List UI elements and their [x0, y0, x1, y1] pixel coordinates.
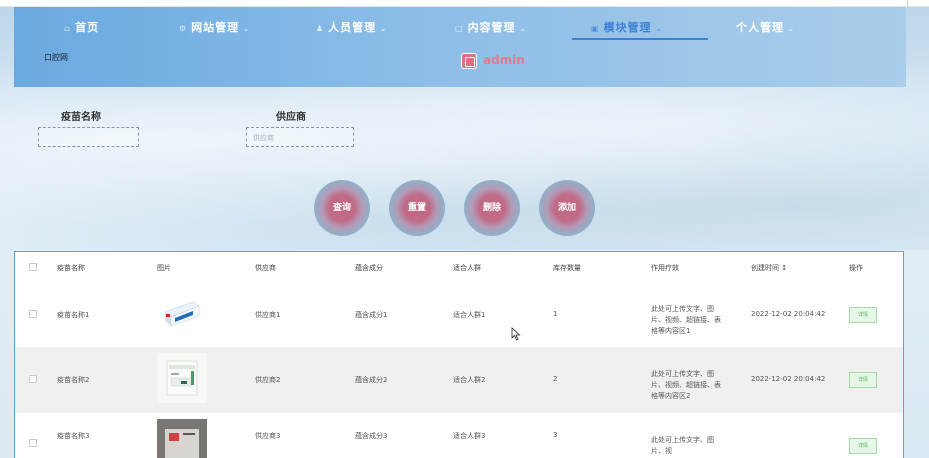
table-row[interactable]: 疫苗名称3 供应商3 蕴含成分3 适合人群3 3 此处可上传文字、图片、视 详情 — [15, 413, 903, 458]
stock-cell: 3 — [553, 431, 558, 439]
nav-staff-management[interactable]: ♟ 人员管理 ⌄ — [316, 19, 387, 35]
chevron-down-icon: ⌄ — [655, 24, 663, 33]
vaccine-image — [157, 353, 207, 403]
active-tab-indicator — [572, 38, 708, 40]
nav-site-management[interactable]: ⚙ 网站管理 ⌄ — [179, 19, 250, 35]
supplier-cell: 供应商1 — [255, 311, 281, 319]
effect-cell: 此处可上传文字、图片、视 — [651, 436, 714, 455]
stock-cell: 1 — [553, 310, 558, 318]
vaccine-box-image — [164, 301, 200, 327]
chevron-down-icon: ⌄ — [380, 24, 388, 33]
home-icon: ⌂ — [64, 24, 72, 33]
vaccine-name-cell: 疫苗名称1 — [57, 311, 90, 319]
crowd-cell: 适合人群1 — [453, 311, 486, 319]
column-header: 供应商 — [255, 264, 276, 272]
chevron-down-icon: ⌄ — [788, 24, 795, 33]
crowd-cell: 适合人群3 — [453, 432, 486, 440]
avatar-icon[interactable] — [461, 53, 477, 69]
supplier-label: 供应商 — [276, 112, 306, 123]
table-header: 疫苗名称 图片 供应商 蕴含成分 适合人群 库存数量 作用疗效 创建时间 ↕ 操… — [15, 252, 903, 282]
select-all-checkbox[interactable] — [29, 263, 37, 271]
delete-button[interactable]: 删除 — [464, 180, 520, 236]
effect-cell: 此处可上传文字、图片、视频、超链接、表格等内容区2 — [651, 370, 721, 400]
vaccine-name-input[interactable] — [38, 127, 139, 147]
ingredient-cell: 蕴含成分3 — [355, 432, 388, 440]
row-checkbox[interactable] — [29, 375, 37, 383]
user-icon: ♟ — [316, 24, 325, 33]
row-checkbox[interactable] — [29, 439, 37, 447]
supplier-cell: 供应商3 — [255, 432, 281, 440]
vaccine-name-cell: 疫苗名称2 — [57, 376, 90, 384]
column-header: 操作 — [849, 264, 863, 272]
column-header: 适合人群 — [453, 264, 481, 272]
column-header: 蕴含成分 — [355, 264, 383, 272]
detail-button[interactable]: 详情 — [849, 372, 877, 388]
settings-icon: ⚙ — [179, 24, 188, 33]
sortable-column-header[interactable]: 创建时间 ↕ — [751, 263, 787, 273]
vaccine-name-label: 疫苗名称 — [61, 112, 101, 123]
mouse-cursor-icon — [511, 327, 521, 341]
created-time-cell: 2022-12-02 20:04:42 — [751, 310, 826, 318]
top-bar — [0, 0, 929, 7]
vaccine-name-cell: 疫苗名称3 — [57, 432, 90, 440]
logo-text: 口腔网 — [44, 53, 68, 62]
vaccine-package-image — [166, 360, 198, 396]
column-header: 库存数量 — [553, 264, 581, 272]
vaccine-image — [157, 419, 207, 458]
top-navigation: ⌂ 首页 ⚙ 网站管理 ⌄ ♟ 人员管理 ⌄ ▢ 内容管理 ⌄ ▣ 模块管理 ⌄ 个人管理 ⌄ 口腔… — [14, 7, 906, 87]
table-row[interactable]: 疫苗名称1 供应商1 蕴含成分1 适合人群1 1 此处可上传文字、图片、视频、超… — [15, 282, 903, 347]
reset-button[interactable]: 重置 — [389, 180, 445, 236]
ingredient-cell: 蕴含成分2 — [355, 376, 388, 384]
table-row[interactable]: 疫苗名称2 供应商2 蕴含成分2 适合人群2 2 此处可上传文字、图片、视频、超… — [15, 347, 903, 413]
supplier-input[interactable]: 供应商 — [246, 127, 354, 147]
add-button[interactable]: 添加 — [539, 180, 595, 236]
effect-cell: 此处可上传文字、图片、视频、超链接、表格等内容区1 — [651, 305, 721, 335]
vaccine-image — [157, 288, 207, 338]
supplier-cell: 供应商2 — [255, 376, 281, 384]
page: ⌂ 首页 ⚙ 网站管理 ⌄ ♟ 人员管理 ⌄ ▢ 内容管理 ⌄ ▣ 模块管理 ⌄ 个人管理 ⌄ 口腔… — [0, 0, 929, 458]
column-header: 作用疗效 — [651, 264, 679, 272]
nav-content-management[interactable]: ▢ 内容管理 ⌄ — [455, 19, 526, 35]
username[interactable]: admin — [483, 53, 525, 67]
detail-button[interactable]: 详情 — [849, 438, 877, 454]
column-header: 图片 — [157, 264, 171, 272]
module-icon: ▣ — [591, 24, 600, 33]
vaccine-box-image — [157, 419, 207, 458]
search-button[interactable]: 查询 — [314, 180, 370, 236]
ingredient-cell: 蕴含成分1 — [355, 311, 388, 319]
data-table: 疫苗名称 图片 供应商 蕴含成分 适合人群 库存数量 作用疗效 创建时间 ↕ 操… — [14, 251, 904, 458]
nav-home[interactable]: ⌂ 首页 — [64, 19, 99, 35]
chevron-down-icon: ⌄ — [519, 24, 527, 33]
document-icon: ▢ — [455, 24, 464, 33]
chevron-down-icon: ⌄ — [243, 24, 251, 33]
stock-cell: 2 — [553, 375, 558, 383]
nav-personal-management[interactable]: 个人管理 ⌄ — [732, 19, 795, 35]
row-checkbox[interactable] — [29, 310, 37, 318]
crowd-cell: 适合人群2 — [453, 376, 486, 384]
created-time-cell: 2022-12-02 20:04:42 — [751, 375, 826, 383]
nav-module-management[interactable]: ▣ 模块管理 ⌄ — [591, 19, 662, 35]
detail-button[interactable]: 详情 — [849, 307, 877, 323]
column-header: 疫苗名称 — [57, 264, 85, 272]
